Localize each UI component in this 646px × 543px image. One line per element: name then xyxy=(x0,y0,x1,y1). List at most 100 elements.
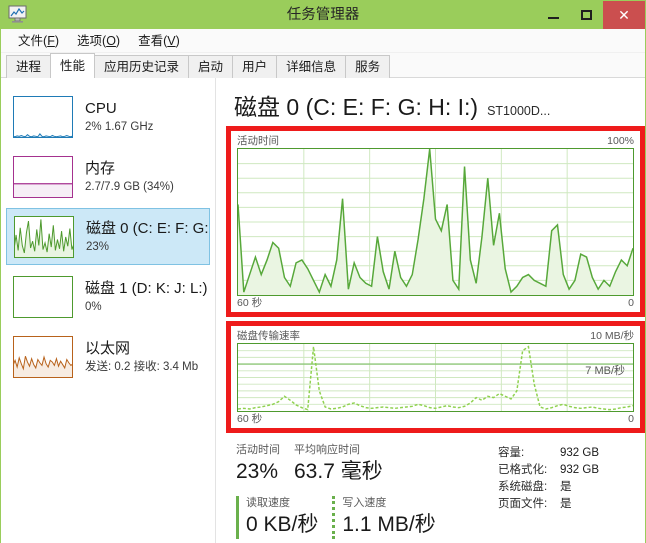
menu-file[interactable]: 文件(F) xyxy=(9,29,68,53)
stat-write-speed-value: 1.1 MB/秒 xyxy=(342,513,436,536)
menu-view-accel: V xyxy=(167,33,176,48)
stat-active-time-label: 活动时间 xyxy=(236,444,280,456)
property-formatted-key: 已格式化: xyxy=(498,464,548,476)
tab-details[interactable]: 详细信息 xyxy=(276,55,347,78)
activity-chart-highlight: 活动时间 100% 60 秒 0 xyxy=(226,126,645,317)
minimize-button[interactable] xyxy=(537,1,570,29)
property-system-disk-value: 是 xyxy=(560,481,572,493)
property-system-disk-key: 系统磁盘: xyxy=(498,481,548,493)
sidebar-item-cpu-sub: 2% 1.67 GHz xyxy=(85,120,154,133)
transfer-chart-footer: 60 秒 0 xyxy=(237,412,634,426)
transfer-chart-highlight: 磁盘传输速率 10 MB/秒 7 MB/秒 60 秒 0 xyxy=(226,321,645,433)
sidebar-item-ethernet-text: 以太网 发送: 0.2 接收: 3.4 Mb xyxy=(85,339,198,375)
sidebar-item-disk0-sub: 23% xyxy=(86,240,110,253)
panel-header: 磁盘 0 (C: E: F: G: H: I:) ST1000D... xyxy=(226,78,645,122)
activity-chart-time-end: 0 xyxy=(628,297,634,309)
property-capacity: 容量: 932 GB xyxy=(498,445,599,462)
disk1-thumbnail xyxy=(13,275,73,318)
property-capacity-key: 容量: xyxy=(498,447,525,459)
stats-row-top: 活动时间 23% 平均响应时间 63.7 毫秒 xyxy=(236,443,498,486)
sidebar-item-memory-title: 内存 xyxy=(85,159,116,177)
property-page-file: 页面文件: 是 xyxy=(498,496,599,513)
maximize-icon xyxy=(581,10,592,20)
activity-chart-caption: 活动时间 100% xyxy=(237,134,634,148)
stat-read-speed-label: 读取速度 xyxy=(246,497,290,509)
stat-active-time-value: 23% xyxy=(236,460,279,483)
close-button[interactable]: ✕ xyxy=(603,1,645,29)
stat-read-speed: 读取速度 0 KB/秒 xyxy=(236,496,318,539)
memory-thumbnail xyxy=(13,155,73,198)
tab-processes[interactable]: 进程 xyxy=(6,55,52,78)
property-capacity-value: 932 GB xyxy=(560,447,599,459)
sidebar-item-disk1-text: 磁盘 1 (D: K: J: L:) 0% xyxy=(85,279,208,315)
activity-chart-block: 活动时间 100% 60 秒 0 xyxy=(226,126,645,317)
disk-model: ST1000D... xyxy=(487,104,551,118)
sidebar-item-ethernet-title: 以太网 xyxy=(85,339,131,357)
activity-chart-label: 活动时间 xyxy=(237,135,279,147)
sidebar-item-disk0-title: 磁盘 0 (C: E: F: G: H: I:) xyxy=(86,219,209,237)
disk-properties: 容量: 932 GB 已格式化: 932 GB 系统磁盘: 是 页面文件: 是 xyxy=(498,443,599,539)
sidebar-item-ethernet[interactable]: 以太网 发送: 0.2 接收: 3.4 Mb xyxy=(1,328,215,385)
sidebar-item-cpu[interactable]: CPU 2% 1.67 GHz xyxy=(1,88,215,145)
sidebar-item-ethernet-sub: 发送: 0.2 接收: 3.4 Mb xyxy=(85,360,199,373)
menu-file-label: 文件 xyxy=(18,33,44,48)
stats-left-column: 活动时间 23% 平均响应时间 63.7 毫秒 读取速度 0 KB/秒 写入速度… xyxy=(236,443,498,539)
stat-write-speed: 写入速度 1.1 MB/秒 xyxy=(332,496,436,539)
menu-file-accel: F xyxy=(47,33,55,48)
tab-users[interactable]: 用户 xyxy=(232,55,278,78)
activity-chart-plot xyxy=(237,148,634,296)
transfer-chart-time-start: 60 秒 xyxy=(237,413,263,425)
tab-app-history[interactable]: 应用历史记录 xyxy=(94,55,190,78)
sidebar-item-disk1-title: 磁盘 1 (D: K: J: L:) xyxy=(85,279,208,297)
title-bar: 任务管理器 ✕ xyxy=(1,1,645,29)
property-system-disk: 系统磁盘: 是 xyxy=(498,479,599,496)
disk0-thumbnail xyxy=(14,215,74,258)
main-panel: 磁盘 0 (C: E: F: G: H: I:) ST1000D... 活动时间… xyxy=(216,78,645,543)
activity-chart-time-start: 60 秒 xyxy=(237,297,263,309)
transfer-chart-plot: 7 MB/秒 xyxy=(237,343,634,412)
stat-write-speed-label: 写入速度 xyxy=(342,497,387,509)
tab-performance[interactable]: 性能 xyxy=(50,53,96,78)
stat-avg-response-label: 平均响应时间 xyxy=(294,444,360,456)
transfer-chart-label: 磁盘传输速率 xyxy=(237,330,300,342)
sidebar-item-disk0-text: 磁盘 0 (C: E: F: G: H: I:) 23% xyxy=(86,219,209,255)
transfer-chart-reference-label: 7 MB/秒 xyxy=(585,365,625,377)
property-formatted: 已格式化: 932 GB xyxy=(498,462,599,479)
window-controls: ✕ xyxy=(537,1,645,29)
activity-chart-footer: 60 秒 0 xyxy=(237,296,634,310)
stat-avg-response-value: 63.7 毫秒 xyxy=(294,460,383,483)
sidebar-item-disk0[interactable]: 磁盘 0 (C: E: F: G: H: I:) 23% xyxy=(6,208,210,265)
tab-strip: 进程 性能 应用历史记录 启动 用户 详细信息 服务 xyxy=(1,53,645,78)
transfer-chart-max: 10 MB/秒 xyxy=(590,330,634,342)
activity-chart-max: 100% xyxy=(607,135,634,147)
page-title: 磁盘 0 (C: E: F: G: H: I:) xyxy=(234,94,479,120)
performance-body: CPU 2% 1.67 GHz 内存 2.7/7.9 GB (34%) 磁盘 0… xyxy=(1,78,645,543)
maximize-button[interactable] xyxy=(570,1,603,29)
stat-avg-response: 平均响应时间 63.7 毫秒 xyxy=(294,443,383,486)
menu-bar: 文件(F) 选项(O) 查看(V) xyxy=(1,29,645,53)
sidebar-item-cpu-text: CPU 2% 1.67 GHz xyxy=(85,99,153,135)
tab-services[interactable]: 服务 xyxy=(345,55,391,78)
sidebar-item-cpu-title: CPU xyxy=(85,99,117,117)
transfer-chart-time-end: 0 xyxy=(628,413,634,425)
tab-startup[interactable]: 启动 xyxy=(188,55,234,78)
menu-view[interactable]: 查看(V) xyxy=(129,29,189,53)
property-page-file-key: 页面文件: xyxy=(498,498,548,510)
task-manager-window: 任务管理器 ✕ 文件(F) 选项(O) 查看(V) 进程 性能 应用历史记录 启… xyxy=(0,0,646,543)
sidebar-item-disk1-sub: 0% xyxy=(85,300,102,313)
ethernet-thumbnail xyxy=(13,335,73,378)
sidebar-item-disk1[interactable]: 磁盘 1 (D: K: J: L:) 0% xyxy=(1,268,215,325)
stats-row-bottom: 读取速度 0 KB/秒 写入速度 1.1 MB/秒 xyxy=(236,496,498,539)
property-page-file-value: 是 xyxy=(560,498,572,510)
sidebar-item-memory-sub: 2.7/7.9 GB (34%) xyxy=(85,180,174,193)
sidebar-item-memory-text: 内存 2.7/7.9 GB (34%) xyxy=(85,159,174,195)
property-formatted-value: 932 GB xyxy=(560,464,599,476)
cpu-thumbnail xyxy=(13,95,73,138)
sidebar-item-memory[interactable]: 内存 2.7/7.9 GB (34%) xyxy=(1,148,215,205)
resource-sidebar: CPU 2% 1.67 GHz 内存 2.7/7.9 GB (34%) 磁盘 0… xyxy=(1,78,216,543)
task-manager-icon xyxy=(8,5,30,25)
stats-section: 活动时间 23% 平均响应时间 63.7 毫秒 读取速度 0 KB/秒 写入速度… xyxy=(226,443,645,539)
menu-view-label: 查看 xyxy=(138,33,164,48)
menu-options-label: 选项 xyxy=(77,33,103,48)
menu-options[interactable]: 选项(O) xyxy=(68,29,129,53)
